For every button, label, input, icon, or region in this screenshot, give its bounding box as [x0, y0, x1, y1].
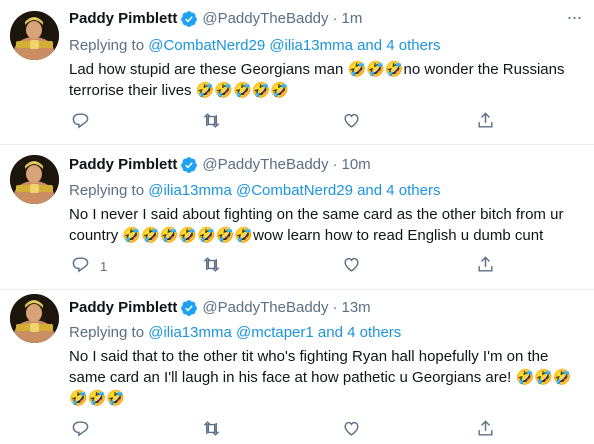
share-button[interactable] [476, 256, 495, 276]
share-button[interactable] [476, 112, 495, 132]
separator-dot: · [332, 156, 338, 173]
author-name[interactable]: Paddy Pimblett [69, 297, 177, 319]
replying-to: Replying to @ilia13mma @mctaper1 and 4 o… [69, 322, 401, 344]
tweet-actions [69, 112, 499, 132]
share-icon [476, 111, 495, 133]
author-name[interactable]: Paddy Pimblett [69, 8, 177, 30]
replying-to: Replying to @ilia13mma @CombatNerd29 and… [69, 180, 440, 202]
like-button[interactable] [342, 420, 361, 440]
author-handle[interactable]: @PaddyTheBaddy [202, 8, 328, 30]
reply-icon [71, 111, 90, 133]
retweet-icon [202, 255, 221, 277]
timestamp[interactable]: 10m [342, 154, 371, 176]
retweet-button[interactable] [202, 112, 221, 132]
replying-to-links[interactable]: @ilia13mma @CombatNerd29 and 4 others [148, 182, 440, 199]
retweet-button[interactable] [202, 256, 221, 276]
avatar[interactable] [10, 155, 59, 204]
replying-prefix: Replying to [69, 324, 149, 341]
reply-button[interactable] [71, 420, 100, 440]
reply-count: 1 [100, 258, 108, 274]
tweet[interactable]: Paddy Pimblett @PaddyTheBaddy · 10m Repl… [0, 145, 594, 290]
reply-button[interactable]: 1 [71, 256, 107, 276]
reply-icon [71, 419, 90, 441]
tweet-header: Paddy Pimblett @PaddyTheBaddy · 13m [69, 297, 371, 319]
retweet-button[interactable] [202, 420, 221, 440]
verified-badge-icon [180, 156, 198, 174]
replying-prefix: Replying to [69, 182, 149, 199]
replying-prefix: Replying to [69, 37, 149, 54]
tweet[interactable]: Paddy Pimblett @PaddyTheBaddy · 13m Repl… [0, 290, 594, 444]
tweet-actions: 1 [69, 256, 499, 276]
reply-icon [71, 255, 90, 277]
like-button[interactable] [342, 256, 361, 276]
retweet-icon [202, 419, 221, 441]
tweet-header: Paddy Pimblett @PaddyTheBaddy · 10m [69, 154, 371, 176]
like-icon [342, 111, 361, 133]
avatar-photo [10, 155, 59, 204]
tweet[interactable]: Paddy Pimblett @PaddyTheBaddy · 1m ··· R… [0, 0, 594, 145]
avatar-photo [10, 11, 59, 60]
share-icon [476, 255, 495, 277]
reply-button[interactable] [71, 112, 100, 132]
avatar[interactable] [10, 294, 59, 343]
replying-to-links[interactable]: @ilia13mma @mctaper1 and 4 others [148, 324, 401, 341]
timestamp[interactable]: 1m [342, 8, 363, 30]
avatar[interactable] [10, 11, 59, 60]
share-button[interactable] [476, 420, 495, 440]
separator-dot: · [332, 10, 338, 27]
separator-dot: · [332, 299, 338, 316]
more-options-icon[interactable]: ··· [562, 8, 586, 32]
tweet-text: Lad how stupid are these Georgians man 🤣… [69, 61, 569, 99]
like-icon [342, 419, 361, 441]
like-button[interactable] [342, 112, 361, 132]
author-handle[interactable]: @PaddyTheBaddy [202, 297, 328, 319]
like-icon [342, 255, 361, 277]
verified-badge-icon [180, 10, 198, 28]
tweet-text: No I said that to the other tit who's fi… [69, 348, 572, 407]
share-icon [476, 419, 495, 441]
tweet-text: No I never I said about fighting on the … [69, 206, 568, 244]
author-name[interactable]: Paddy Pimblett [69, 154, 177, 176]
timestamp[interactable]: 13m [342, 297, 371, 319]
verified-badge-icon [180, 299, 198, 317]
author-handle[interactable]: @PaddyTheBaddy [202, 154, 328, 176]
avatar-photo [10, 294, 59, 343]
tweet-header: Paddy Pimblett @PaddyTheBaddy · 1m [69, 8, 362, 30]
replying-to-links[interactable]: @CombatNerd29 @ilia13mma and 4 others [148, 37, 440, 54]
replying-to: Replying to @CombatNerd29 @ilia13mma and… [69, 35, 440, 57]
tweet-actions [69, 420, 499, 440]
retweet-icon [202, 111, 221, 133]
